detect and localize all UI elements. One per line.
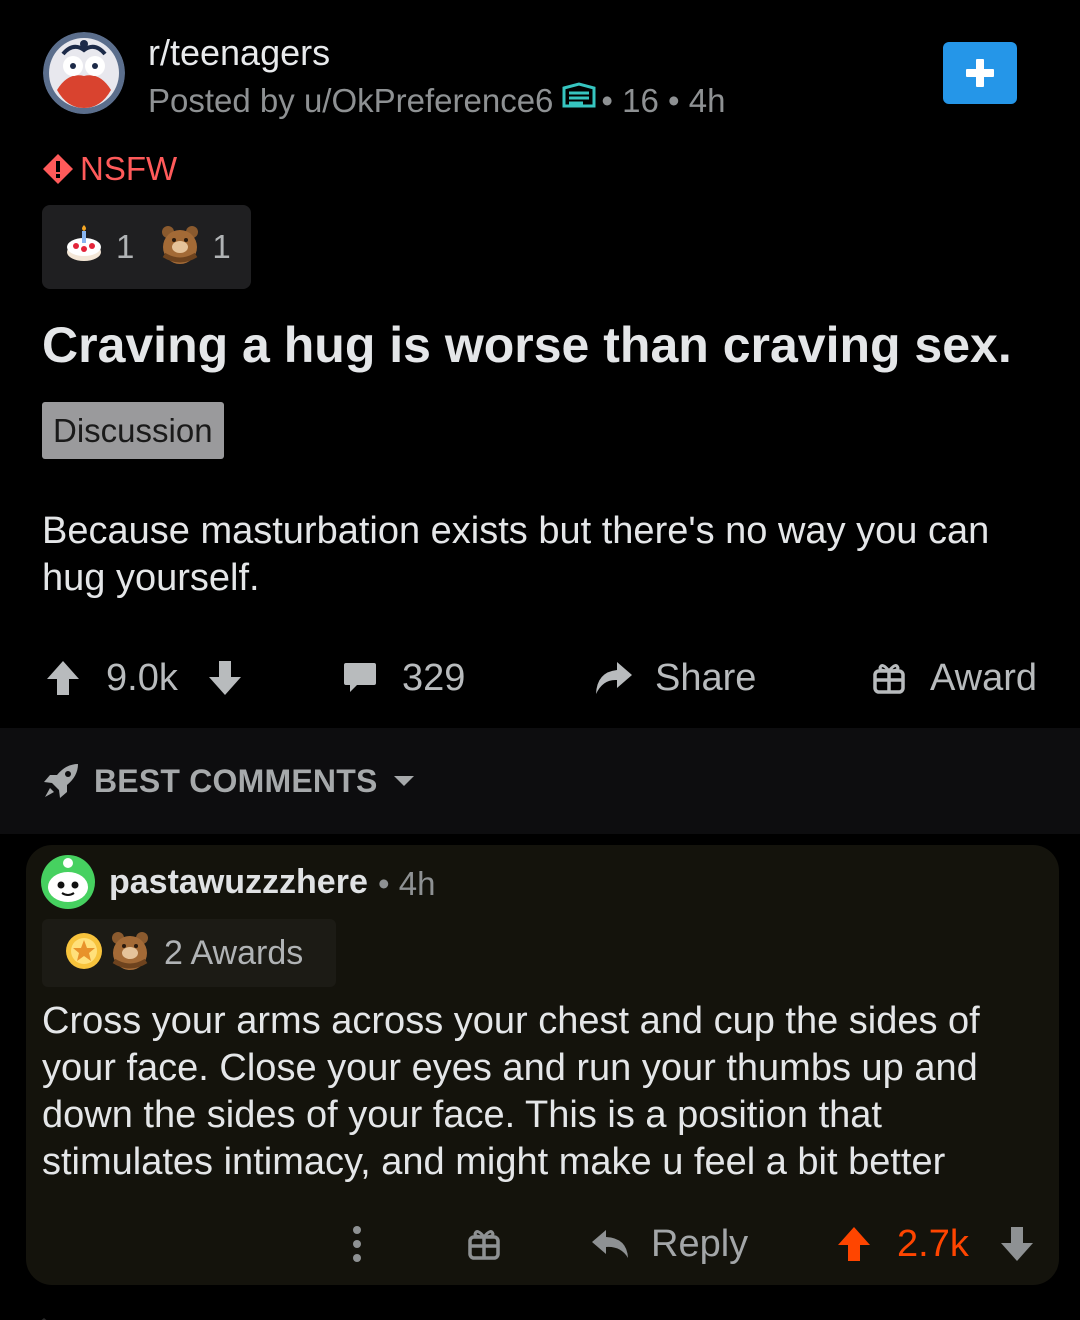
upvote-button[interactable] [46,640,80,716]
comment-bubble-icon [344,663,376,692]
downvote-arrow-icon [209,661,241,695]
comment-card: pastawuzzzhere • 4h 2 Awards Cross your … [26,845,1059,1285]
share-arrow-icon [596,662,632,694]
posted-by-label: Posted by [148,82,295,119]
post-author[interactable]: u/OkPreference6 [304,82,553,120]
bear-hug-award-icon [160,225,200,270]
comment-age: 4h [398,865,436,902]
more-options-button[interactable] [349,1215,365,1273]
join-button[interactable] [943,42,1017,104]
post-card: r/teenagers Posted by u/OkPreference6 • … [0,0,1080,728]
subreddit-name[interactable]: r/teenagers [148,32,330,74]
share-button[interactable] [593,640,633,716]
sort-label: BEST COMMENTS [94,762,378,799]
award-label[interactable]: Award [930,640,1037,716]
comments-button[interactable] [343,640,377,716]
cake-award-icon [64,224,104,270]
downvote-arrow-icon [1001,1227,1033,1261]
meta-separator: • [601,82,613,119]
subreddit-avatar[interactable] [43,32,125,114]
downvote-button[interactable] [208,640,242,716]
next-comment-peek [26,1308,1059,1320]
reply-button[interactable]: Reply [591,1215,748,1273]
upvote-arrow-icon [838,1227,870,1261]
meta-separator: • [378,865,390,902]
comment-awards[interactable]: 2 Awards [42,919,336,987]
award-count: 1 [212,228,231,265]
gift-icon [468,1230,500,1260]
nsfw-tag: NSFW [42,150,177,188]
comment-downvote-button[interactable] [1000,1215,1034,1273]
post-action-bar: 9.0k 329 Share Award [0,640,1080,716]
meta-separator: • [668,82,680,119]
comment-body: Cross your arms across your chest and cu… [42,1000,980,1183]
comment-awards-label: 2 Awards [164,933,304,972]
chevron-down-icon [393,776,414,786]
comment-action-bar: Reply 2.7k [26,1215,1059,1273]
post-awards[interactable]: 1 1 [42,205,251,289]
comments-count[interactable]: 329 [402,640,465,716]
plus-icon [966,59,994,87]
post-body: Because masturbation exists but there's … [42,510,990,599]
upvote-arrow-icon [47,661,79,695]
post-age: 4h [688,82,726,119]
comment-author[interactable]: pastawuzzzhere [109,863,368,902]
nsfw-label: NSFW [80,150,178,187]
award-button[interactable] [872,640,906,716]
post-flair[interactable]: Discussion [42,402,224,459]
award-count: 1 [116,228,135,265]
warning-diamond-icon [43,154,73,184]
share-label[interactable]: Share [655,640,756,716]
more-vertical-icon [353,1226,361,1262]
comment-sort-bar: BEST COMMENTS [0,728,1080,834]
score-badge: 16 [622,82,659,119]
sort-dropdown[interactable]: BEST COMMENTS [42,758,416,804]
post-meta: Posted by u/OkPreference6 • 16 • 4h [148,82,725,120]
gift-icon [873,664,905,694]
post-title[interactable]: Craving a hug is worse than craving sex. [42,316,1012,374]
reply-arrow-icon [592,1230,628,1258]
reply-label: Reply [651,1222,749,1265]
bear-hug-award-icon [110,931,150,976]
post-score: 9.0k [106,656,178,699]
comment-meta: • 4h [378,865,435,903]
commenter-avatar[interactable] [41,855,95,909]
star-award-icon [64,931,104,976]
comment-award-button[interactable] [467,1215,501,1273]
user-flair-icon [561,82,597,120]
rocket-icon [44,764,78,798]
comment-score: 2.7k [897,1222,969,1265]
comment-upvote-button[interactable] [837,1215,871,1273]
